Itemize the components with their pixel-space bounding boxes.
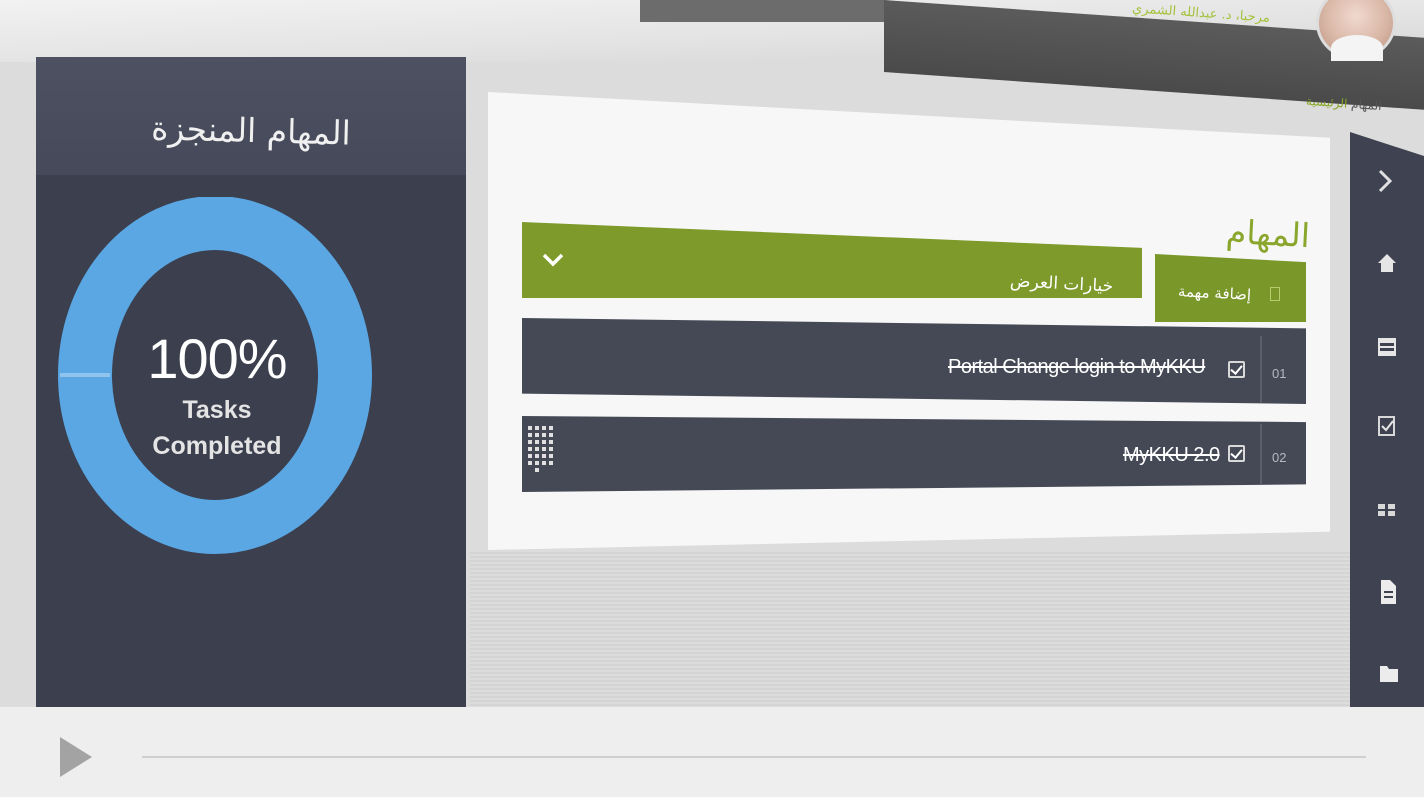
- folder-icon[interactable]: [1378, 660, 1400, 686]
- calendar-icon[interactable]: [1376, 334, 1398, 358]
- seek-bar[interactable]: [142, 756, 1366, 758]
- home-icon[interactable]: [1376, 252, 1398, 274]
- grid-icon[interactable]: [1376, 500, 1398, 520]
- chevron-down-icon[interactable]: [540, 250, 566, 270]
- task-number: 01: [1272, 366, 1287, 381]
- completion-percent: 100%: [147, 327, 287, 390]
- task-number: 02: [1272, 450, 1287, 465]
- caption-line-2: Completed: [152, 432, 282, 460]
- chevron-right-icon[interactable]: [1374, 168, 1396, 194]
- task-row[interactable]: 01 Portal Change login to MyKKU: [522, 318, 1306, 404]
- row-divider: [1260, 424, 1262, 484]
- add-task-label: إضافة مهمة: [1177, 282, 1252, 304]
- task-checkbox-icon[interactable]: [1228, 361, 1245, 378]
- video-frame[interactable]: مرحبا، د. عبدالله الشمري المهام الرئيسية…: [0, 0, 1424, 707]
- video-controls: [0, 707, 1424, 797]
- breadcrumb-current: المهام: [1350, 97, 1383, 114]
- task-title: Portal Change login to MyKKU: [948, 356, 1206, 378]
- page-title: المهام: [1225, 211, 1311, 256]
- play-button[interactable]: [58, 735, 94, 779]
- row-divider: [1260, 336, 1262, 404]
- document-icon[interactable]: [1378, 578, 1398, 606]
- checklist-icon[interactable]: [1376, 414, 1398, 438]
- add-icon: [1270, 287, 1280, 301]
- task-row[interactable]: 02 MyKKU 2.0: [522, 416, 1306, 492]
- task-title: MyKKU 2.0: [1123, 444, 1220, 466]
- drag-handle-icon[interactable]: [526, 424, 560, 476]
- completion-caption: Tasks Completed: [58, 392, 376, 464]
- task-checkbox-icon[interactable]: [1228, 445, 1245, 462]
- breadcrumb-home-link[interactable]: الرئيسية: [1306, 94, 1348, 111]
- background-stripes: [470, 550, 1350, 707]
- caption-line-1: Tasks: [182, 396, 252, 424]
- header-shadow: [640, 0, 886, 22]
- play-icon: [60, 737, 92, 777]
